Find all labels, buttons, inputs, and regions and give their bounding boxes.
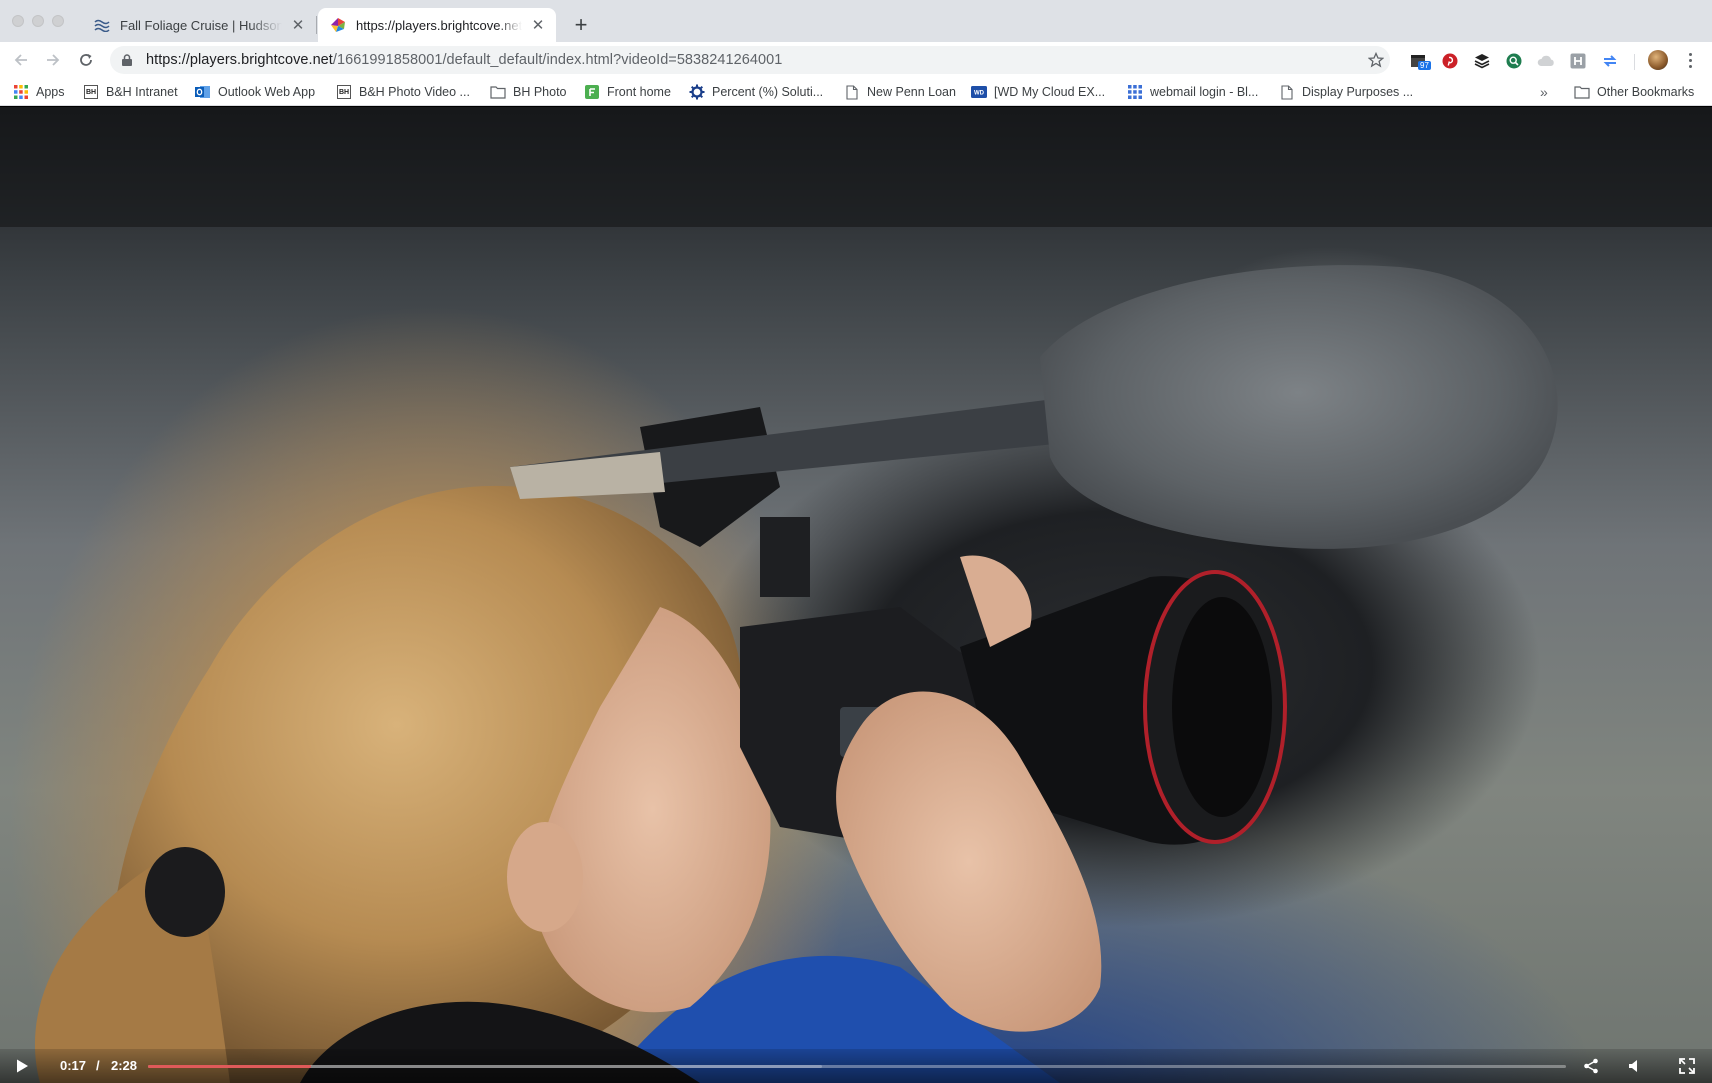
bookmark-webmail-login[interactable]: webmail login - Bl... — [1127, 82, 1258, 102]
star-icon — [1368, 52, 1384, 68]
video-player[interactable]: 0:17 / 2:28 — [0, 107, 1712, 1083]
tab-separator — [316, 16, 317, 34]
bookmark-label: B&H Intranet — [106, 85, 178, 99]
waves-icon — [94, 17, 110, 33]
new-tab-button[interactable]: + — [568, 12, 594, 38]
lock-icon — [120, 53, 134, 67]
buffer-layers-icon[interactable] — [1473, 52, 1491, 70]
close-window-button[interactable] — [12, 15, 24, 27]
svg-text:WD: WD — [974, 91, 985, 97]
close-tab-icon[interactable]: ✕ — [290, 17, 306, 34]
folder-icon — [490, 84, 506, 100]
bookmark-apps[interactable]: Apps — [13, 82, 65, 102]
time-separator: / — [96, 1058, 100, 1073]
tab-title: Fall Foliage Cruise | Hudson River — [120, 17, 282, 33]
bookmark-outlook-web-app[interactable]: Outlook Web App — [195, 82, 315, 102]
tab-fall-foliage-cruise[interactable]: Fall Foliage Cruise | Hudson River ✕ — [82, 8, 316, 42]
bookmark-star-button[interactable] — [1364, 46, 1388, 74]
bookmark-label: Percent (%) Soluti... — [712, 85, 824, 99]
page-icon — [1279, 84, 1295, 100]
gear-icon — [689, 84, 705, 100]
grid-icon — [1127, 84, 1143, 100]
player-control-bar: 0:17 / 2:28 — [0, 1049, 1712, 1083]
bookmark-bh-photo[interactable]: BH Photo — [490, 82, 567, 102]
bookmark-label: B&H Photo Video ... — [359, 85, 470, 99]
h-extension-icon[interactable] — [1569, 52, 1587, 70]
bookmark-bh-intranet[interactable]: BH B&H Intranet — [83, 82, 178, 102]
bookmark-label: Other Bookmarks — [1597, 85, 1695, 99]
arrow-right-icon — [47, 54, 60, 66]
brightcove-icon — [330, 17, 346, 33]
more-menu-icon[interactable] — [1682, 50, 1698, 70]
bookmarks-bar: Apps BH B&H Intranet Outlook Web App BH … — [0, 78, 1712, 106]
bookmark-display-purposes[interactable]: Display Purposes ... — [1279, 82, 1413, 102]
bookmark-label: Outlook Web App — [218, 85, 316, 99]
bookmark-other-bookmarks[interactable]: Other Bookmarks — [1574, 82, 1694, 102]
toolbar: https://players.brightcove.net/166199185… — [0, 42, 1712, 78]
folder-icon — [1574, 84, 1590, 100]
calendar-extension-icon[interactable]: 97 — [1410, 52, 1431, 70]
url-host: https://players.brightcove.net — [146, 52, 333, 68]
duration: 2:28 — [111, 1058, 138, 1073]
front-icon — [584, 84, 600, 100]
bookmark-label: New Penn Loan — [867, 85, 956, 99]
zoom-window-button[interactable] — [52, 15, 64, 27]
tab-title: https://players.brightcove.net/166199185… — [356, 17, 522, 33]
url-path: /1661991858001/default_default/index.htm… — [332, 52, 783, 68]
play-button[interactable] — [14, 1058, 30, 1074]
bookmark-label: BH Photo — [513, 85, 567, 99]
progress-bar[interactable] — [148, 1065, 1566, 1068]
reload-icon — [80, 54, 92, 66]
url-text: https://players.brightcove.net/166199185… — [146, 52, 782, 68]
outlook-icon — [195, 84, 211, 100]
cloud-extension-icon[interactable] — [1537, 52, 1555, 70]
arrow-left-icon — [14, 54, 27, 66]
bookmark-label: [WD My Cloud EX... — [994, 85, 1106, 99]
close-tab-icon[interactable]: ✕ — [530, 17, 546, 34]
current-time: 0:17 — [60, 1058, 87, 1073]
bh-logo-icon: BH — [336, 84, 352, 100]
bookmark-new-penn-loan[interactable]: New Penn Loan — [844, 82, 956, 102]
bookmark-percent-solutions[interactable]: Percent (%) Soluti... — [689, 82, 823, 102]
share-icon — [1584, 1058, 1598, 1074]
search-extension-icon[interactable] — [1505, 52, 1523, 70]
extension-badge: 97 — [1418, 61, 1431, 70]
pinterest-icon[interactable] — [1441, 52, 1459, 70]
wd-icon: WD — [971, 84, 987, 100]
apps-grid-icon — [13, 84, 29, 100]
bookmark-label: webmail login - Bl... — [1150, 85, 1259, 99]
bookmark-label: Front home — [607, 85, 671, 99]
share-button[interactable] — [1582, 1057, 1600, 1075]
bookmark-label: Display Purposes ... — [1302, 85, 1414, 99]
back-button[interactable] — [7, 46, 35, 74]
forward-button[interactable] — [39, 46, 67, 74]
fullscreen-icon — [1679, 1058, 1695, 1074]
played-bar — [148, 1065, 312, 1068]
sync-arrows-icon[interactable] — [1601, 52, 1619, 70]
address-bar[interactable]: https://players.brightcove.net/166199185… — [110, 46, 1390, 74]
fullscreen-button[interactable] — [1678, 1057, 1696, 1075]
bh-logo-icon: BH — [83, 84, 99, 100]
video-frame-camera-operator — [0, 107, 1712, 1083]
volume-button[interactable] — [1626, 1057, 1644, 1075]
bookmark-label: Apps — [36, 85, 65, 99]
profile-avatar[interactable] — [1648, 50, 1668, 70]
bookmark-bh-photo-video[interactable]: BH B&H Photo Video ... — [336, 82, 470, 102]
bookmark-front-home[interactable]: Front home — [584, 82, 671, 102]
bookmark-wd-my-cloud[interactable]: WD [WD My Cloud EX... — [971, 82, 1105, 102]
tab-strip: Fall Foliage Cruise | Hudson River ✕ htt… — [0, 0, 1712, 42]
reload-button[interactable] — [72, 46, 100, 74]
more-bookmarks-chevron-icon[interactable]: » — [1540, 82, 1548, 102]
browser-window: Fall Foliage Cruise | Hudson River ✕ htt… — [0, 0, 1712, 1083]
page-icon — [844, 84, 860, 100]
minimize-window-button[interactable] — [32, 15, 44, 27]
tab-brightcove-player[interactable]: https://players.brightcove.net/166199185… — [318, 8, 556, 42]
play-icon — [17, 1059, 28, 1073]
volume-icon — [1629, 1060, 1637, 1072]
toolbar-separator — [1634, 54, 1635, 70]
